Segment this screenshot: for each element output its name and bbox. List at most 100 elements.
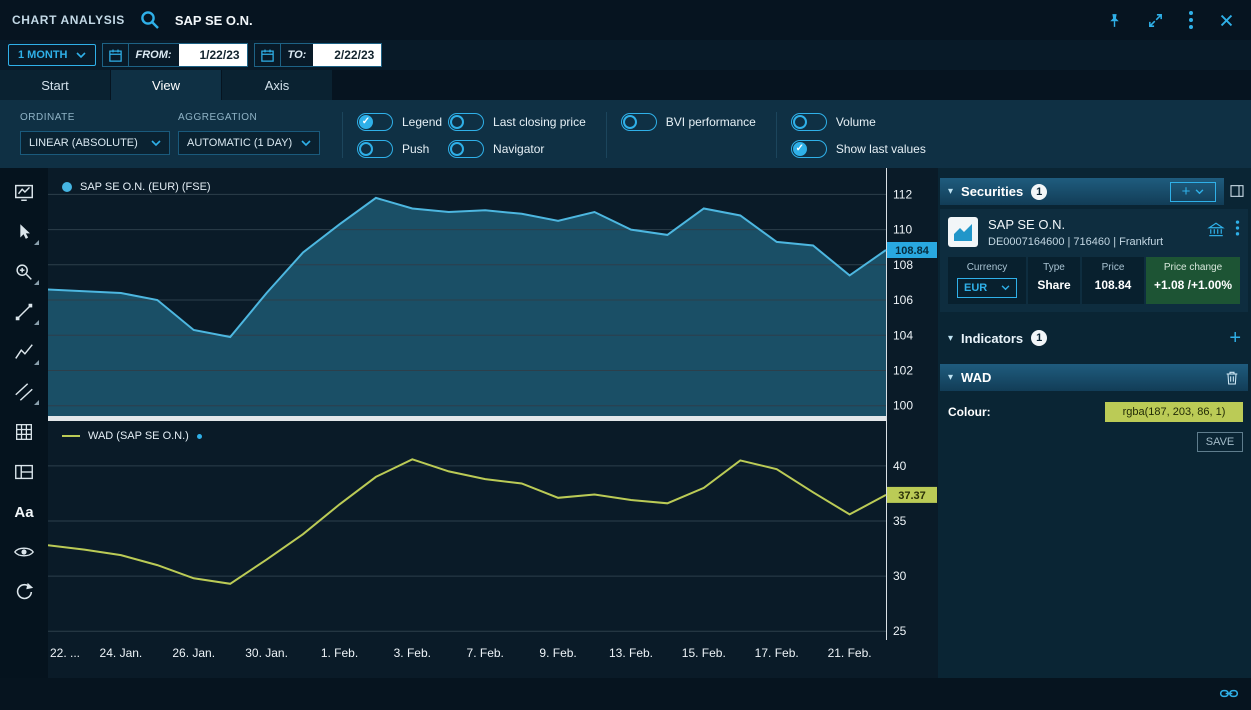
text-tool[interactable]: Aa bbox=[6, 496, 42, 528]
polyline-tool[interactable] bbox=[6, 336, 42, 368]
securities-count-badge: 1 bbox=[1031, 184, 1047, 200]
titlebar: CHART ANALYSIS SAP SE O.N. bbox=[0, 0, 1251, 40]
from-label: FROM: bbox=[129, 44, 179, 66]
exchange-icon[interactable] bbox=[1207, 221, 1225, 239]
kebab-menu-icon[interactable] bbox=[1188, 10, 1194, 30]
submenu-corner bbox=[34, 320, 39, 325]
toggle-knob: ✓ bbox=[450, 142, 464, 156]
close-icon[interactable] bbox=[1218, 12, 1235, 29]
tab-axis[interactable]: Axis bbox=[222, 70, 332, 100]
grid-tool[interactable] bbox=[6, 416, 42, 448]
currency-value: EUR bbox=[964, 282, 987, 294]
volume-toggle[interactable]: ✓ bbox=[791, 113, 827, 131]
chevron-down-icon bbox=[1001, 285, 1010, 291]
bottombar bbox=[0, 678, 1251, 710]
svg-text:108: 108 bbox=[893, 258, 913, 272]
add-security-button[interactable]: + bbox=[1170, 182, 1216, 202]
pin-icon[interactable] bbox=[1106, 12, 1123, 29]
currency-cell: Currency EUR bbox=[948, 257, 1026, 304]
show-last-values-toggle[interactable]: ✓ bbox=[791, 140, 827, 158]
volume-toggle-label: Volume bbox=[836, 115, 876, 129]
type-label: Type bbox=[1043, 262, 1065, 273]
save-button[interactable]: SAVE bbox=[1197, 432, 1243, 452]
ordinate-dropdown[interactable]: LINEAR (ABSOLUTE) bbox=[20, 131, 170, 155]
toggle-knob: ✓ bbox=[623, 115, 637, 129]
wad-title: WAD bbox=[961, 370, 991, 385]
bvi-performance-toggle[interactable]: ✓ bbox=[621, 113, 657, 131]
aggregation-value: AUTOMATIC (1 DAY) bbox=[187, 137, 292, 149]
indicators-header[interactable]: ▾ Indicators 1 + bbox=[948, 328, 1241, 348]
svg-text:26. Jan.: 26. Jan. bbox=[172, 646, 215, 660]
security-chart-icon bbox=[948, 217, 978, 247]
link-icon[interactable] bbox=[1219, 685, 1239, 702]
colour-label: Colour: bbox=[948, 405, 991, 419]
indicators-title: Indicators bbox=[961, 331, 1023, 346]
calendar-icon bbox=[260, 48, 275, 63]
chart-area[interactable]: 1121101081061041021004035302522. ...24. … bbox=[48, 168, 938, 678]
delete-indicator-icon[interactable] bbox=[1224, 370, 1240, 386]
svg-text:7. Feb.: 7. Feb. bbox=[467, 646, 504, 660]
wad-panel-header[interactable]: ▾ WAD bbox=[940, 364, 1248, 391]
to-calendar-button[interactable] bbox=[255, 44, 281, 66]
period-dropdown[interactable]: 1 MONTH bbox=[8, 44, 96, 66]
currency-label: Currency bbox=[967, 262, 1008, 273]
chart-canvas[interactable]: 1121101081061041021004035302522. ...24. … bbox=[48, 168, 938, 678]
from-calendar-button[interactable] bbox=[103, 44, 129, 66]
divider bbox=[606, 112, 607, 158]
drawing-toolbar: Aa bbox=[0, 168, 48, 678]
trendline-tool[interactable] bbox=[6, 296, 42, 328]
aggregation-label: AGGREGATION bbox=[178, 112, 320, 123]
svg-text:100: 100 bbox=[893, 399, 913, 413]
svg-text:15. Feb.: 15. Feb. bbox=[682, 646, 726, 660]
layout-tool[interactable] bbox=[6, 456, 42, 488]
from-date-input[interactable] bbox=[179, 44, 247, 66]
push-toggle[interactable]: ✓ bbox=[357, 140, 393, 158]
security-details: DE0007164600 | 716460 | Frankfurt bbox=[988, 236, 1197, 248]
legend-toggle[interactable]: ✓ bbox=[357, 113, 393, 131]
search-icon[interactable] bbox=[139, 9, 161, 31]
currency-dropdown[interactable]: EUR bbox=[957, 278, 1017, 298]
to-date-group: TO: bbox=[254, 43, 383, 67]
price-label: Price bbox=[1102, 262, 1125, 273]
visibility-tool[interactable] bbox=[6, 536, 42, 568]
reset-tool[interactable] bbox=[6, 576, 42, 608]
push-toggle-label: Push bbox=[402, 142, 429, 156]
securities-header[interactable]: ▾ Securities 1 + bbox=[940, 178, 1224, 205]
type-cell: Type Share bbox=[1028, 257, 1080, 304]
text-tool-glyph: Aa bbox=[14, 504, 33, 521]
ordinate-label: ORDINATE bbox=[20, 112, 170, 123]
collapse-panel-icon[interactable] bbox=[1229, 183, 1245, 199]
chart-display-tool[interactable] bbox=[6, 176, 42, 208]
aggregation-dropdown[interactable]: AUTOMATIC (1 DAY) bbox=[178, 131, 320, 155]
toggle-knob: ✓ bbox=[359, 115, 373, 129]
wad-legend: WAD (SAP SE O.N.) bbox=[62, 430, 202, 442]
svg-text:110: 110 bbox=[893, 223, 912, 237]
colour-value-field[interactable]: rgba(187, 203, 86, 1) bbox=[1105, 402, 1243, 422]
plus-icon: + bbox=[1182, 184, 1191, 199]
svg-text:102: 102 bbox=[893, 364, 913, 378]
security-card: SAP SE O.N. DE0007164600 | 716460 | Fran… bbox=[940, 209, 1248, 312]
last-closing-price-toggle[interactable]: ✓ bbox=[448, 113, 484, 131]
tab-view[interactable]: View bbox=[111, 70, 221, 100]
toggle-knob: ✓ bbox=[793, 115, 807, 129]
expand-icon[interactable] bbox=[1147, 12, 1164, 29]
caret-down-icon: ▾ bbox=[948, 372, 953, 383]
svg-text:106: 106 bbox=[893, 293, 913, 307]
channel-tool[interactable] bbox=[6, 376, 42, 408]
wad-line-marker-icon bbox=[62, 435, 80, 437]
zoom-tool[interactable] bbox=[6, 256, 42, 288]
wad-legend-label: WAD (SAP SE O.N.) bbox=[88, 430, 189, 442]
to-date-input[interactable] bbox=[313, 44, 381, 66]
security-name: SAP SE O.N. bbox=[988, 217, 1197, 232]
sidebar: ▾ Securities 1 + SAP SE O.N. DE000716460… bbox=[938, 168, 1251, 678]
navigator-toggle[interactable]: ✓ bbox=[448, 140, 484, 158]
security-menu-icon[interactable] bbox=[1235, 219, 1240, 237]
add-indicator-button[interactable]: + bbox=[1229, 328, 1241, 348]
svg-text:1. Feb.: 1. Feb. bbox=[321, 646, 358, 660]
cursor-tool[interactable] bbox=[6, 216, 42, 248]
toggle-knob: ✓ bbox=[359, 142, 373, 156]
tab-start[interactable]: Start bbox=[0, 70, 110, 100]
bvi-performance-label: BVI performance bbox=[666, 115, 756, 129]
svg-text:30. Jan.: 30. Jan. bbox=[245, 646, 288, 660]
calendar-icon bbox=[108, 48, 123, 63]
